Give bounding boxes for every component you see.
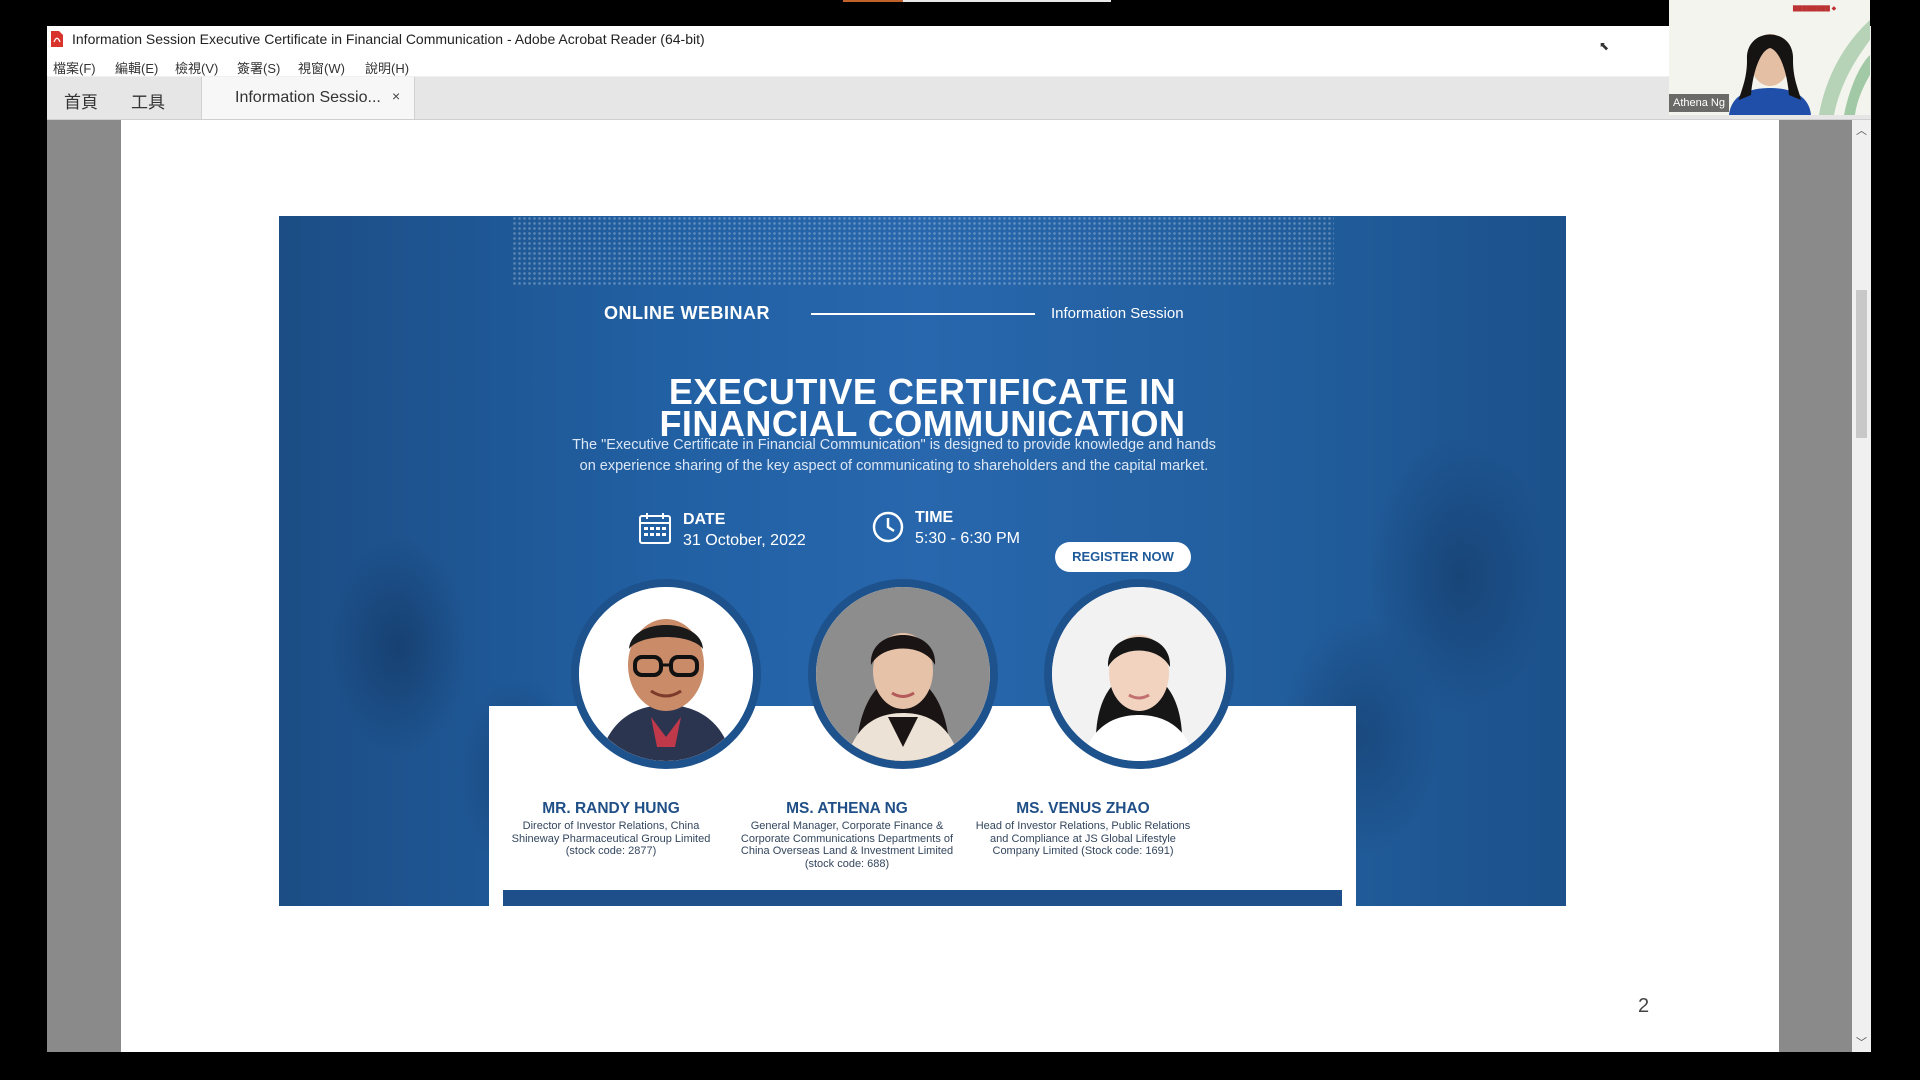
- screen-share-toolbar[interactable]: [903, 0, 1111, 2]
- divider-line: [811, 313, 1035, 315]
- menu-view[interactable]: 檢視(V): [175, 58, 218, 77]
- speaker-role-1: Director of Investor Relations, China Sh…: [511, 820, 711, 857]
- title-bar: Information Session Executive Certificat…: [47, 26, 1671, 54]
- document-tab-label: Information Sessio...: [235, 89, 381, 106]
- screen-share-indicator: [843, 0, 903, 2]
- speaker-photo-randy-hung: [571, 579, 761, 769]
- mouse-cursor-icon: ⬉: [1599, 39, 1610, 53]
- scroll-thumb[interactable]: [1856, 290, 1867, 438]
- menu-bar: 檔案(F) 編輯(E) 檢視(V) 簽署(S) 視窗(W) 說明(H): [47, 54, 1671, 76]
- speaker-photo-athena-ng: [808, 579, 998, 769]
- speaker-name-3: MS. VENUS ZHAO: [1016, 800, 1150, 817]
- speaker-role-2: General Manager, Corporate Finance & Cor…: [740, 820, 954, 870]
- vertical-scrollbar[interactable]: ︿ ﹀: [1852, 120, 1871, 1052]
- menu-window[interactable]: 視窗(W): [298, 58, 345, 77]
- tab-document[interactable]: Information Sessio... ×: [201, 77, 415, 119]
- window-title: Information Session Executive Certificat…: [72, 31, 705, 47]
- pdf-file-icon: [51, 31, 63, 47]
- speaker-photo-venus-zhao: [1044, 579, 1234, 769]
- register-now-button: REGISTER NOW: [1055, 542, 1191, 572]
- slide-description: The "Executive Certificate in Financial …: [572, 437, 1216, 474]
- speaker-name-1: MR. RANDY HUNG: [542, 800, 680, 817]
- slide-info-label: Information Session: [1051, 305, 1184, 322]
- participant-video[interactable]: ▇▇▇▇▇▇▇▇ ◆ Athena Ng: [1669, 0, 1870, 115]
- menu-edit[interactable]: 編輯(E): [115, 58, 158, 77]
- time-label: TIME: [915, 509, 954, 526]
- slide-online-label: ONLINE WEBINAR: [604, 303, 770, 323]
- tab-bar: 首頁 工具 Information Sessio... ×: [47, 77, 1871, 120]
- page-number: 2: [1638, 995, 1650, 1017]
- slide-footer-bar: [503, 890, 1342, 906]
- time-value: 5:30 - 6:30 PM: [915, 530, 1020, 547]
- clock-icon: [872, 511, 904, 543]
- speaker-role-3: Head of Investor Relations, Public Relat…: [975, 820, 1191, 857]
- halftone-pattern: [512, 216, 1334, 286]
- date-label: DATE: [683, 511, 726, 528]
- menu-help[interactable]: 說明(H): [365, 58, 409, 77]
- menu-sign[interactable]: 簽署(S): [237, 58, 280, 77]
- watermark-logo: ▇▇▇▇▇▇▇▇ ◆: [1793, 6, 1837, 12]
- tab-home[interactable]: 首頁: [64, 88, 98, 113]
- scroll-down-icon[interactable]: ﹀: [1856, 1034, 1867, 1050]
- tab-tools[interactable]: 工具: [131, 88, 165, 113]
- calendar-icon: [639, 513, 671, 544]
- close-icon[interactable]: ×: [392, 88, 400, 104]
- webinar-slide: ONLINE WEBINAR Information Session EXECU…: [279, 216, 1566, 906]
- speaker-name-2: MS. ATHENA NG: [786, 800, 908, 817]
- menu-file[interactable]: 檔案(F): [53, 58, 96, 77]
- participant-name-label: Athena Ng: [1669, 94, 1729, 112]
- scroll-up-icon[interactable]: ︿: [1856, 122, 1867, 138]
- date-value: 31 October, 2022: [683, 532, 806, 549]
